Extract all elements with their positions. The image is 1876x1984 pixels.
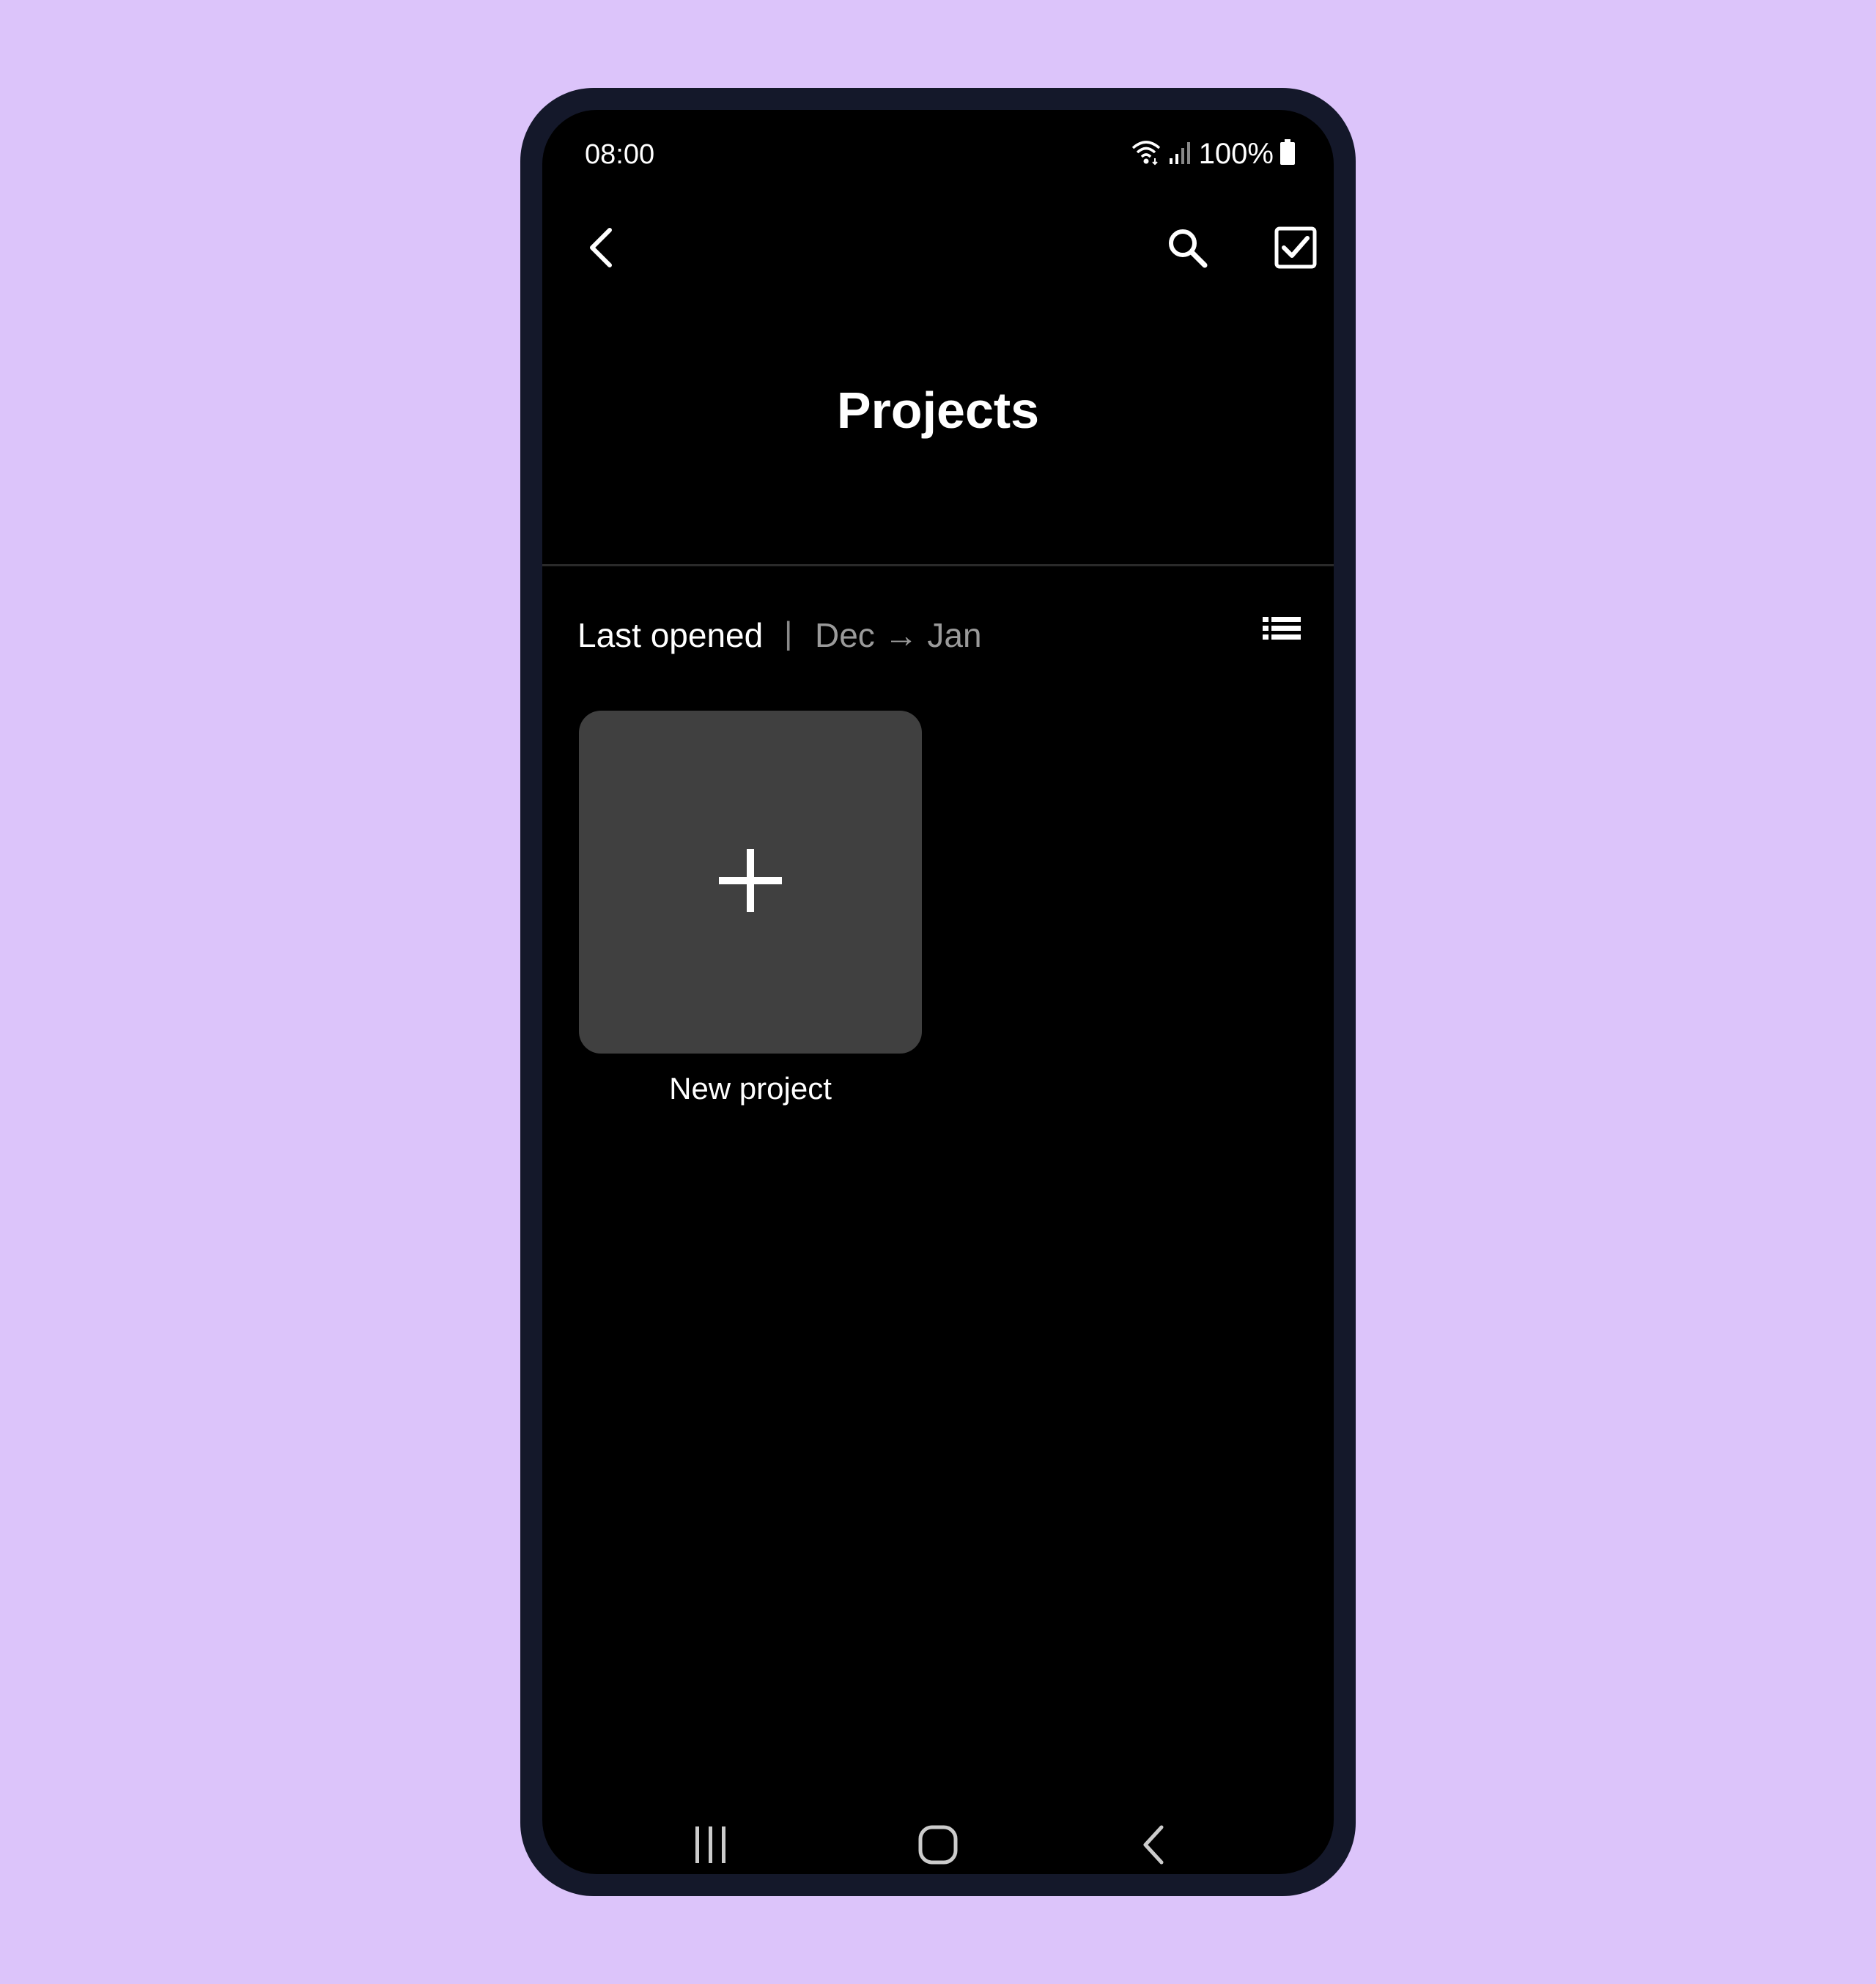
status-time: 08:00 bbox=[585, 139, 655, 170]
system-back-button[interactable] bbox=[1118, 1817, 1191, 1874]
list-view-icon bbox=[1263, 617, 1302, 649]
phone-frame: 08:00 100% Projects Last opened | Dec → … bbox=[520, 88, 1356, 1896]
back-arrow-icon bbox=[583, 226, 618, 273]
battery-percentage: 100% bbox=[1198, 138, 1274, 170]
status-bar: 08:00 100% bbox=[542, 110, 1334, 183]
sort-order-button[interactable]: Dec → Jan bbox=[815, 615, 982, 655]
back-button[interactable] bbox=[572, 220, 630, 278]
recents-button[interactable] bbox=[674, 1817, 747, 1874]
select-checkbox-icon bbox=[1274, 226, 1318, 273]
sort-separator: | bbox=[784, 615, 793, 651]
sort-criteria-button[interactable]: Last opened bbox=[577, 615, 763, 655]
wifi-icon bbox=[1130, 138, 1162, 171]
home-icon bbox=[917, 1824, 959, 1869]
signal-icon bbox=[1168, 139, 1193, 169]
sort-bar: Last opened | Dec → Jan bbox=[577, 610, 1303, 661]
view-toggle-button[interactable] bbox=[1263, 615, 1307, 652]
page-title: Projects bbox=[836, 382, 1040, 439]
plus-icon bbox=[717, 848, 783, 917]
select-button[interactable] bbox=[1266, 220, 1325, 278]
header-divider bbox=[542, 564, 1334, 566]
phone-screen: 08:00 100% Projects Last opened | Dec → … bbox=[542, 110, 1334, 1874]
top-toolbar bbox=[542, 220, 1334, 308]
home-button[interactable] bbox=[901, 1817, 975, 1874]
recents-icon bbox=[693, 1825, 729, 1868]
battery-icon bbox=[1279, 139, 1296, 169]
system-navigation-bar bbox=[542, 1817, 1334, 1874]
new-project-tile[interactable] bbox=[579, 711, 922, 1054]
back-icon bbox=[1140, 1824, 1169, 1869]
status-indicators: 100% bbox=[1130, 138, 1296, 171]
search-icon bbox=[1165, 226, 1209, 273]
search-button[interactable] bbox=[1158, 220, 1216, 278]
new-project-label: New project bbox=[669, 1071, 832, 1106]
